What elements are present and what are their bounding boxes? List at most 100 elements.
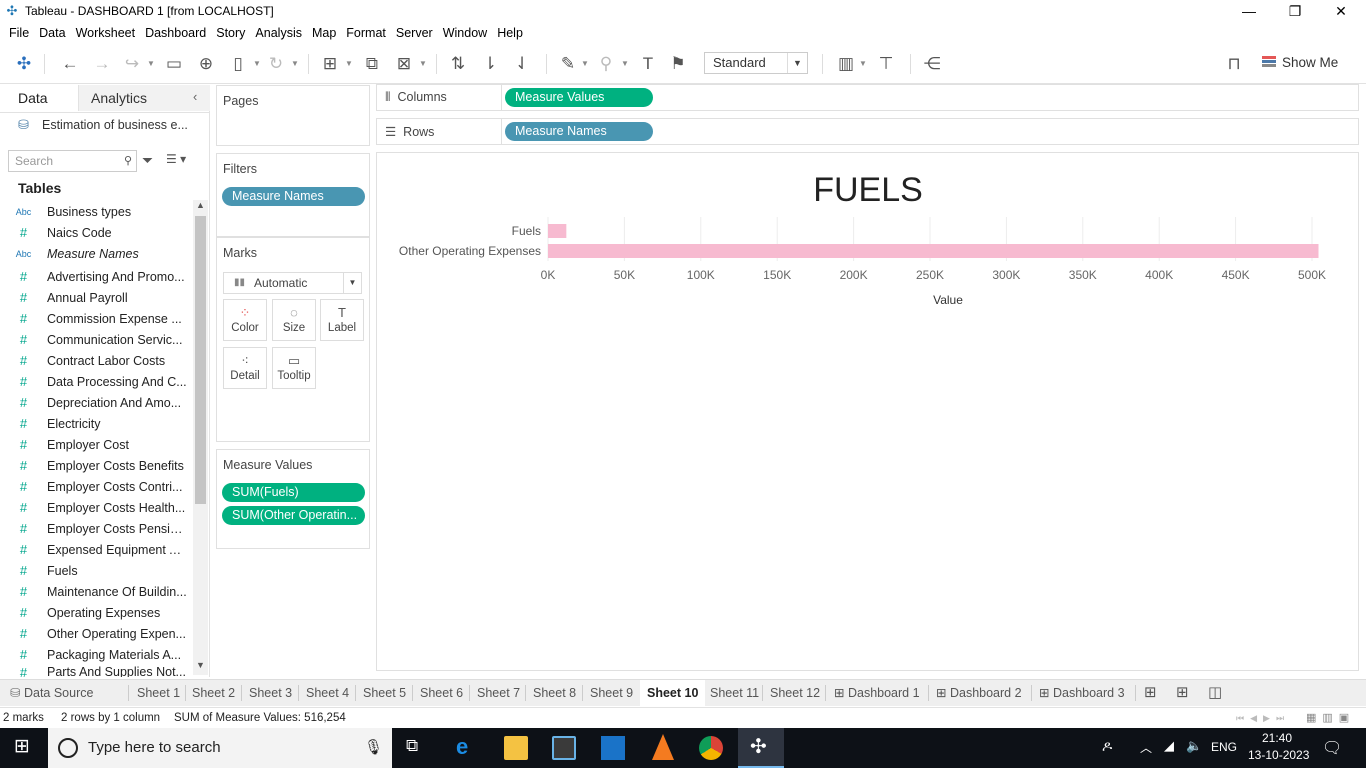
list-item[interactable]: # Advertising And Promo... <box>0 266 190 287</box>
tab-sheet-3[interactable]: Sheet 3 <box>249 680 292 706</box>
swap-rows-columns-icon[interactable]: ⇅ <box>446 52 470 76</box>
menu-format[interactable]: Format <box>341 26 391 40</box>
size-button[interactable]: ◌ Size <box>272 299 316 341</box>
sort-descending-icon[interactable]: ⇃ <box>510 52 534 76</box>
label-button[interactable]: T Label <box>320 299 364 341</box>
list-item[interactable]: # Fuels <box>0 560 190 581</box>
bar-chart[interactable]: FUELS Fuels Other Operating Expenses 0K 50… <box>377 153 1358 670</box>
fit-dropdown[interactable]: Standard ▼ <box>704 52 808 74</box>
tab-sheet-12[interactable]: Sheet 12 <box>770 680 820 706</box>
list-item[interactable]: # Depreciation And Amo... <box>0 392 190 413</box>
list-item[interactable]: # Other Operating Expen... <box>0 623 190 644</box>
mail-icon[interactable] <box>601 736 625 760</box>
sheet-navigation-icon[interactable]: ⏮◀▶⏭ <box>1236 708 1290 728</box>
share-icon[interactable]: ⋲ <box>920 52 944 76</box>
scroll-up-icon[interactable]: ▲ <box>196 200 205 210</box>
notification-icon[interactable]: 🗨 <box>1322 738 1342 758</box>
highlighter-icon[interactable]: ⊓ <box>1222 52 1246 76</box>
measure-pill-fuels[interactable]: SUM(Fuels) <box>222 483 365 502</box>
close-button[interactable]: ✕ <box>1318 0 1364 22</box>
filter-pill-measure-names[interactable]: Measure Names <box>222 187 365 206</box>
list-item[interactable]: Abc Measure Names <box>0 243 190 264</box>
clear-sheet-icon[interactable]: ⊠ <box>392 52 416 76</box>
menu-worksheet[interactable]: Worksheet <box>71 26 141 40</box>
columns-shelf[interactable]: ⦀ Columns Measure Values <box>376 84 1359 111</box>
volume-icon[interactable]: 🔈 <box>1186 738 1202 754</box>
clock-time[interactable]: 21:40 <box>1262 731 1292 745</box>
columns-pill-measure-values[interactable]: Measure Values <box>505 88 653 107</box>
list-item[interactable]: # Operating Expenses <box>0 602 190 623</box>
detail-button[interactable]: ⁖ Detail <box>223 347 267 389</box>
tab-sheet-11[interactable]: Sheet 11 <box>710 680 759 706</box>
tab-dashboard-2[interactable]: ⊞ Dashboard 2 <box>936 680 1022 706</box>
tab-sheet-4[interactable]: Sheet 4 <box>306 680 349 706</box>
tableau-home-icon[interactable]: ✣ <box>12 52 36 76</box>
edge-icon[interactable]: e <box>456 734 468 760</box>
refresh-icon[interactable]: ↻ <box>264 52 288 76</box>
collapse-pane-icon[interactable]: ‹ <box>193 89 197 104</box>
redo-icon[interactable]: → <box>90 52 114 76</box>
mark-type-dropdown[interactable]: ▮▮ Automatic ▼ <box>223 272 362 294</box>
sort-ascending-icon[interactable]: ⇂ <box>478 52 502 76</box>
tab-sheet-7[interactable]: Sheet 7 <box>477 680 520 706</box>
list-item[interactable]: # Maintenance Of Buildin... <box>0 581 190 602</box>
taskbar-search-input[interactable]: Type here to search 🎙 <box>48 728 392 768</box>
bar[interactable] <box>548 224 567 238</box>
menu-server[interactable]: Server <box>391 26 438 40</box>
tab-sheet-1[interactable]: Sheet 1 <box>137 680 180 706</box>
task-view-icon[interactable]: ⧉ <box>406 736 418 756</box>
filters-card[interactable]: Filters Measure Names <box>216 153 370 237</box>
chrome-icon[interactable] <box>699 736 723 760</box>
fix-axes-icon[interactable]: ⚑ <box>666 52 690 76</box>
tab-data-source[interactable]: ⛁ Data Source <box>8 680 93 706</box>
list-item[interactable]: # Commission Expense ... <box>0 308 190 329</box>
tab-sheet-8[interactable]: Sheet 8 <box>533 680 576 706</box>
menu-analysis[interactable]: Analysis <box>250 26 307 40</box>
tableau-taskbar-button[interactable]: ✣ <box>738 728 784 768</box>
tab-sheet-5[interactable]: Sheet 5 <box>363 680 406 706</box>
show-mark-labels-icon[interactable]: T <box>636 52 660 76</box>
datasource-name[interactable]: Estimation of business e... <box>42 118 188 132</box>
pause-updates-icon[interactable]: ▯ <box>226 52 250 76</box>
language-indicator[interactable]: ENG <box>1211 740 1237 754</box>
highlight-icon[interactable]: ✎ <box>556 52 580 76</box>
restore-button[interactable]: ❐ <box>1272 0 1318 22</box>
menu-help[interactable]: Help <box>492 26 528 40</box>
tooltip-button[interactable]: ▭ Tooltip <box>272 347 316 389</box>
list-item[interactable]: # Naics Code <box>0 222 190 243</box>
scroll-down-icon[interactable]: ▼ <box>196 660 205 670</box>
measure-pill-other-operating[interactable]: SUM(Other Operatin... <box>222 506 365 525</box>
windows-start-icon[interactable]: ⊞ <box>14 737 34 757</box>
list-item[interactable]: # Expensed Equipment A... <box>0 539 190 560</box>
menu-story[interactable]: Story <box>211 26 250 40</box>
menu-map[interactable]: Map <box>307 26 341 40</box>
tab-sheet-9[interactable]: Sheet 9 <box>590 680 633 706</box>
view-options-icon[interactable]: ☰ ▾ <box>166 152 186 166</box>
tab-sheet-10[interactable]: Sheet 10 <box>640 680 706 706</box>
replay-icon[interactable]: ↪ <box>120 52 144 76</box>
list-item[interactable]: # Packaging Materials A... <box>0 644 190 665</box>
worksheet-view[interactable]: FUELS Fuels Other Operating Expenses 0K 50… <box>376 152 1359 671</box>
group-members-icon[interactable]: ⚲ <box>594 52 618 76</box>
new-worksheet-icon[interactable]: ⊞ <box>318 52 342 76</box>
show-me-button[interactable]: Show Me <box>1262 52 1338 74</box>
list-item[interactable]: # Annual Payroll <box>0 287 190 308</box>
presentation-mode-icon[interactable]: ⊤ <box>874 52 898 76</box>
measure-values-card[interactable]: Measure Values SUM(Fuels) SUM(Other Oper… <box>216 449 370 549</box>
tab-sheet-2[interactable]: Sheet 2 <box>192 680 235 706</box>
view-mode-icon[interactable]: ▦▥▣ <box>1306 708 1355 728</box>
new-story-tab-icon[interactable]: ◫ <box>1208 680 1222 706</box>
list-item[interactable]: # Employer Costs Pensio... <box>0 518 190 539</box>
tab-analytics[interactable]: Analytics <box>78 85 210 111</box>
menu-data[interactable]: Data <box>34 26 70 40</box>
color-button[interactable]: ⁘ Color <box>223 299 267 341</box>
list-item[interactable]: # Employer Costs Health... <box>0 497 190 518</box>
clock-date[interactable]: 13-10-2023 <box>1248 748 1309 762</box>
minimize-button[interactable]: — <box>1226 0 1272 22</box>
show-cards-icon[interactable]: ▥ <box>834 52 858 76</box>
duplicate-sheet-icon[interactable]: ⧉ <box>360 52 384 76</box>
list-item[interactable]: # Contract Labor Costs <box>0 350 190 371</box>
rows-shelf[interactable]: ☰ Rows Measure Names <box>376 118 1359 145</box>
rows-pill-measure-names[interactable]: Measure Names <box>505 122 653 141</box>
list-item[interactable]: # Parts And Supplies Not... <box>0 665 190 677</box>
